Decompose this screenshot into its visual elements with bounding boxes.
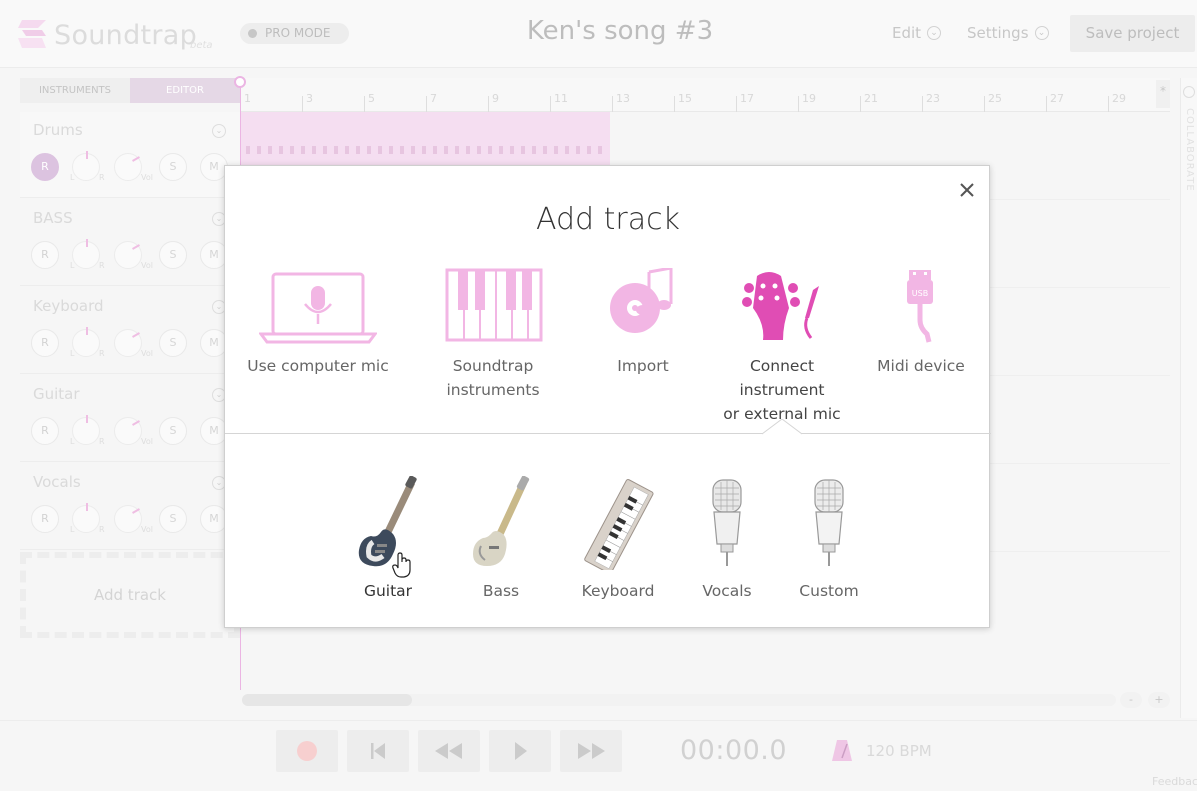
instrument-label: Guitar bbox=[363, 582, 413, 600]
bass-guitar-icon bbox=[473, 476, 530, 566]
dialog-title: Add track bbox=[536, 202, 680, 237]
option-import[interactable]: Import bbox=[595, 266, 691, 406]
dialog-divider bbox=[225, 433, 991, 434]
instrument-keyboard[interactable]: Keyboard bbox=[573, 476, 663, 606]
instrument-bass[interactable]: Bass bbox=[461, 476, 541, 606]
vocals-mic-icon bbox=[712, 479, 742, 566]
close-icon[interactable] bbox=[955, 178, 979, 202]
option-label: Import bbox=[617, 357, 669, 375]
option-computer-mic[interactable]: Use computer mic bbox=[247, 266, 389, 406]
hand-cursor-icon bbox=[392, 552, 411, 578]
option-soundtrap-instruments[interactable]: Soundtrap instruments bbox=[409, 266, 577, 406]
svg-text:USB: USB bbox=[912, 289, 928, 298]
music-disc-icon bbox=[610, 268, 673, 333]
instrument-guitar[interactable]: Guitar bbox=[345, 476, 431, 606]
electric-guitar-icon bbox=[358, 476, 417, 567]
guitar-head-icon bbox=[742, 272, 819, 340]
instrument-label: Keyboard bbox=[581, 582, 655, 600]
instrument-label: Vocals bbox=[702, 582, 752, 600]
option-midi-device[interactable]: USB Midi device bbox=[873, 266, 969, 406]
instrument-vocals[interactable]: Vocals bbox=[691, 476, 763, 606]
laptop-mic-icon bbox=[259, 272, 377, 344]
option-label: Connect instrument or external mic bbox=[723, 357, 841, 423]
instrument-label: Custom bbox=[799, 582, 859, 600]
instrument-label: Bass bbox=[482, 582, 520, 600]
option-label: Midi device bbox=[877, 357, 965, 375]
selection-pointer-icon bbox=[762, 419, 802, 439]
instrument-custom[interactable]: Custom bbox=[793, 476, 865, 606]
custom-mic-icon bbox=[814, 479, 844, 566]
option-connect-instrument[interactable]: Connect instrument or external mic bbox=[705, 266, 859, 423]
add-track-dialog: Add track Use computer mic Soundtrap ins… bbox=[224, 165, 991, 628]
piano-keys-icon bbox=[445, 268, 543, 342]
option-label: Soundtrap instruments bbox=[446, 357, 540, 399]
usb-cable-icon: USB bbox=[907, 270, 933, 343]
option-label: Use computer mic bbox=[247, 357, 389, 375]
keyboard-icon bbox=[584, 479, 654, 570]
